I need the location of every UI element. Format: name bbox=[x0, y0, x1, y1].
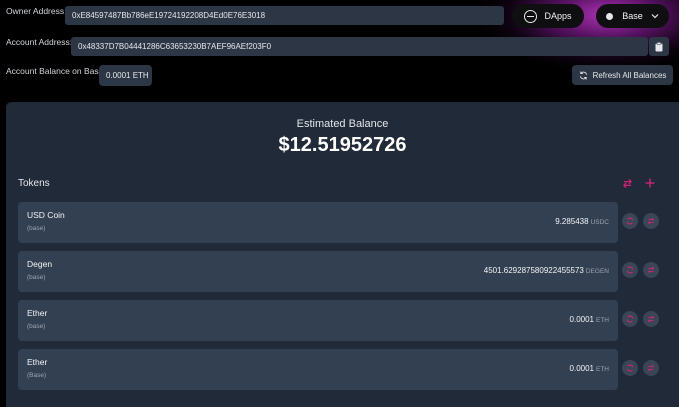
swap-arrows-icon bbox=[648, 266, 654, 274]
dapps-label: DApps bbox=[544, 11, 572, 21]
refresh-icon bbox=[579, 70, 587, 80]
send-token-button[interactable] bbox=[643, 213, 659, 229]
token-balance: 4501.629287580922455573 DEGEN bbox=[484, 266, 609, 275]
token-amount: 0.0001 bbox=[569, 364, 594, 373]
network-label: Base bbox=[622, 11, 643, 21]
owner-address-label: Owner Address: bbox=[6, 6, 67, 16]
estimated-balance-label: Estimated Balance bbox=[296, 118, 389, 130]
account-balance-label: Account Balance on Base: bbox=[6, 66, 106, 76]
refresh-token-button[interactable] bbox=[622, 311, 638, 327]
account-address-row: Account Address: bbox=[6, 37, 72, 47]
account-address-field[interactable]: 0x48337D7B04441286C63653230B7AEF96AEf203… bbox=[71, 37, 648, 56]
token-unit: DEGEN bbox=[585, 268, 609, 275]
refresh-all-balances-button[interactable]: Refresh All Balances bbox=[572, 65, 673, 85]
token-row[interactable]: Degen (base) 4501.629287580922455573 DEGE… bbox=[18, 251, 618, 292]
balance-panel: Estimated Balance $12.51952726 Tokens US… bbox=[6, 102, 679, 407]
refresh-icon bbox=[626, 364, 634, 372]
send-token-button[interactable] bbox=[643, 311, 659, 327]
token-balance: 0.0001 ETH bbox=[570, 364, 609, 373]
token-network: (Base) bbox=[27, 372, 47, 379]
token-row[interactable]: Ether (Base) 0.0001 ETH bbox=[18, 349, 618, 390]
owner-address-field[interactable]: 0xE84597487Bb786eE19724192208D4Ed0E76E30… bbox=[65, 6, 504, 25]
balance-row: Account Balance on Base: bbox=[6, 66, 106, 76]
add-token-button[interactable] bbox=[642, 175, 658, 191]
token-network: (base) bbox=[27, 323, 46, 330]
network-dot-icon bbox=[606, 12, 614, 20]
account-address-label: Account Address: bbox=[6, 37, 73, 47]
token-unit: ETH bbox=[596, 366, 609, 373]
chevron-down-icon bbox=[651, 14, 659, 19]
token-name: USD Coin bbox=[27, 210, 65, 220]
refresh-icon bbox=[626, 315, 634, 323]
refresh-all-balances-label: Refresh All Balances bbox=[592, 70, 667, 80]
copy-button[interactable] bbox=[649, 37, 669, 56]
refresh-token-button[interactable] bbox=[622, 360, 638, 376]
token-name: Ether bbox=[27, 357, 48, 367]
token-row[interactable]: USD Coin (base) 9.285438 USDC bbox=[18, 202, 618, 243]
token-name: Ether bbox=[27, 308, 48, 318]
swap-tokens-button[interactable] bbox=[619, 175, 635, 191]
refresh-token-button[interactable] bbox=[622, 262, 638, 278]
token-balance: 0.0001 ETH bbox=[570, 315, 609, 324]
token-network: (base) bbox=[27, 225, 46, 232]
token-row[interactable]: Ether (base) 0.0001 ETH bbox=[18, 300, 618, 341]
refresh-icon bbox=[626, 217, 634, 225]
swap-arrows-icon bbox=[648, 217, 654, 225]
token-amount: 4501.629287580922455573 bbox=[483, 266, 584, 275]
token-unit: ETH bbox=[596, 317, 609, 324]
clipboard-icon bbox=[655, 41, 663, 51]
refresh-icon bbox=[626, 266, 634, 274]
token-unit: USDC bbox=[590, 219, 609, 226]
swap-arrows-icon bbox=[648, 364, 654, 372]
plus-icon bbox=[645, 178, 655, 188]
send-token-button[interactable] bbox=[643, 262, 659, 278]
dapps-icon bbox=[524, 9, 538, 23]
send-token-button[interactable] bbox=[643, 360, 659, 376]
owner-address-row: Owner Address: bbox=[6, 6, 66, 16]
token-network: (base) bbox=[27, 274, 46, 281]
token-amount: 0.0001 bbox=[569, 315, 594, 324]
token-amount: 9.285438 bbox=[555, 217, 589, 226]
swap-arrows-icon bbox=[622, 178, 632, 188]
tokens-title: Tokens bbox=[18, 178, 50, 189]
token-balance: 9.285438 USDC bbox=[555, 217, 609, 226]
network-selector[interactable]: Base bbox=[596, 4, 669, 28]
refresh-token-button[interactable] bbox=[622, 213, 638, 229]
dapps-button[interactable]: DApps bbox=[512, 4, 584, 28]
swap-arrows-icon bbox=[648, 315, 654, 323]
account-balance-value: 0.0001 ETH bbox=[99, 65, 152, 86]
token-name: Degen bbox=[27, 259, 53, 269]
estimated-balance-value: $12.51952726 bbox=[278, 134, 407, 156]
